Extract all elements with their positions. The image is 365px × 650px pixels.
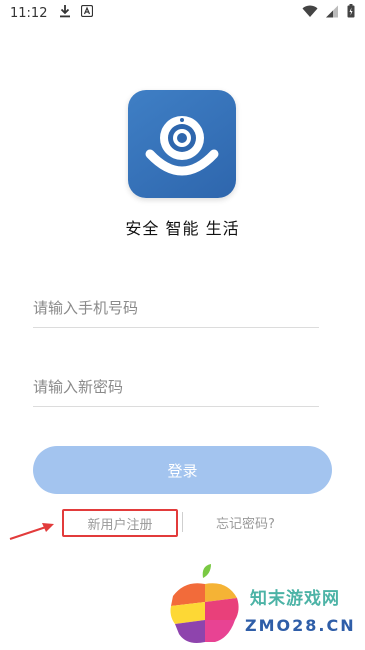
battery-icon	[347, 4, 355, 22]
password-field[interactable]	[33, 367, 319, 407]
app-logo	[128, 90, 236, 198]
phone-field[interactable]	[33, 288, 319, 328]
watermark-domain: ZMO28.CN	[245, 616, 356, 635]
forgot-password-link[interactable]: 忘记密码?	[216, 513, 275, 532]
register-link-label: 新用户注册	[87, 517, 153, 533]
app-notification-icon	[81, 4, 94, 21]
status-time: 11:12	[10, 5, 48, 21]
password-input[interactable]	[33, 367, 319, 406]
annotation-arrow-icon	[8, 520, 56, 546]
status-system-icons	[302, 4, 355, 22]
status-notification-icons	[59, 4, 94, 22]
wifi-icon	[302, 5, 318, 22]
signal-icon	[326, 5, 339, 22]
phone-input[interactable]	[33, 288, 319, 327]
link-divider	[182, 512, 183, 532]
login-button[interactable]: 登录	[33, 446, 332, 494]
watermark: 知末游戏网 ZMO28.CN	[165, 562, 365, 650]
camera-icon	[145, 116, 219, 176]
download-icon	[59, 4, 71, 22]
register-link[interactable]: 新用户注册	[62, 509, 178, 537]
apple-logo-icon	[170, 564, 239, 643]
status-bar: 11:12	[0, 0, 365, 26]
watermark-title: 知末游戏网	[250, 589, 340, 609]
app-slogan: 安全 智能 生活	[125, 219, 240, 238]
